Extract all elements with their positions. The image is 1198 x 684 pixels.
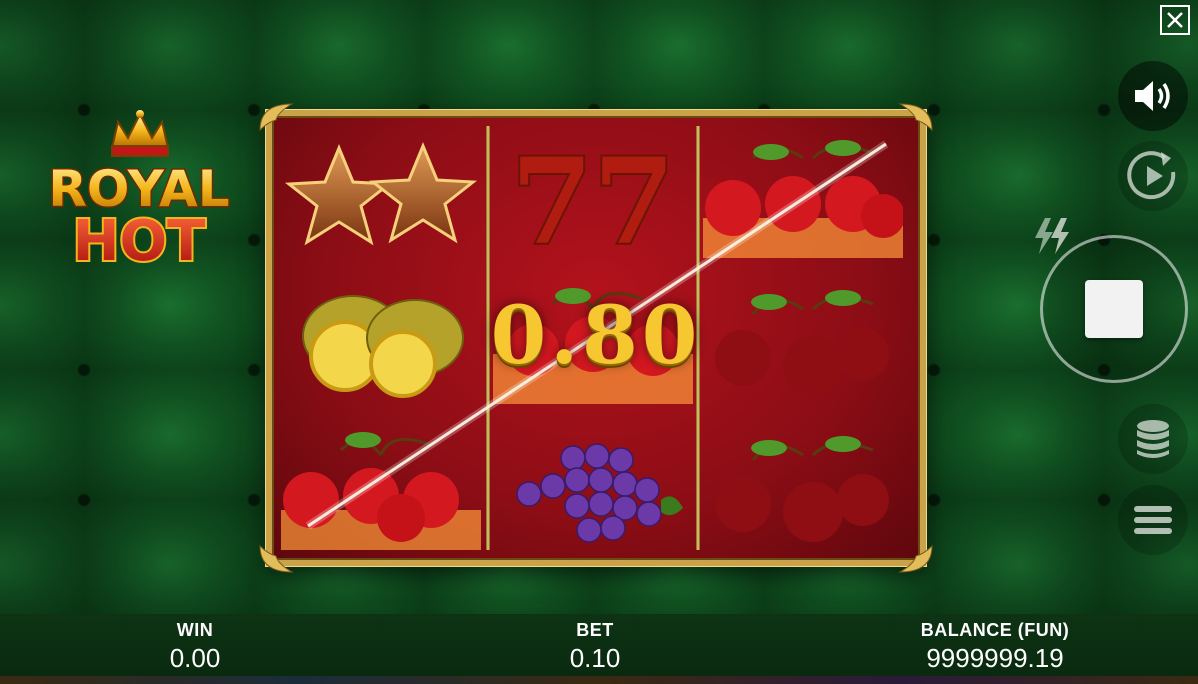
balance-stat: BALANCE (FUN) 9999999.19 [875,620,1115,674]
sound-button[interactable] [1118,61,1188,131]
win-label: WIN [176,620,214,640]
menu-button[interactable] [1118,485,1188,555]
autoplay-icon [1127,151,1176,200]
symbol-cherries [700,420,906,560]
coins-icon [1137,420,1169,458]
bet-stat: BET 0.10 [475,620,715,674]
bet-settings-button[interactable] [1118,404,1188,474]
symbol-grapes [490,420,696,560]
stop-icon [1085,280,1143,338]
symbol-stars [278,128,484,268]
svg-text:77: 77 [511,138,675,258]
stop-button[interactable] [1040,235,1188,383]
close-button[interactable] [1160,5,1190,35]
bottom-strip [0,676,1198,684]
speaker-icon [1135,81,1170,111]
win-stat: WIN 0.00 [75,620,315,674]
symbol-lemons [278,274,484,414]
frame-ornament [898,103,933,132]
symbol-cherries [700,274,906,414]
close-icon [1167,12,1183,28]
win-amount: 0.80 [490,288,702,382]
balance-value: 9999999.19 [926,643,1064,673]
autoplay-button[interactable] [1118,141,1188,211]
bet-value: 0.10 [569,643,621,673]
balance-label: BALANCE (FUN) [920,620,1070,640]
frame-ornament [259,544,294,573]
symbol-cherries-fire [278,420,484,560]
status-bar: WIN 0.00 BET 0.10 BALANCE (FUN) 9999999.… [0,614,1198,676]
symbol-sevens: 77 [490,128,696,268]
game-logo: ROYAL HOT [14,108,264,278]
hamburger-icon [1134,506,1172,534]
bet-label: BET [576,620,614,640]
frame-ornament [259,103,294,132]
logo-title-hot: HOT [73,209,206,274]
win-value: 0.00 [169,643,221,673]
frame-ornament [898,544,933,573]
symbol-cherries-fire [700,128,906,268]
